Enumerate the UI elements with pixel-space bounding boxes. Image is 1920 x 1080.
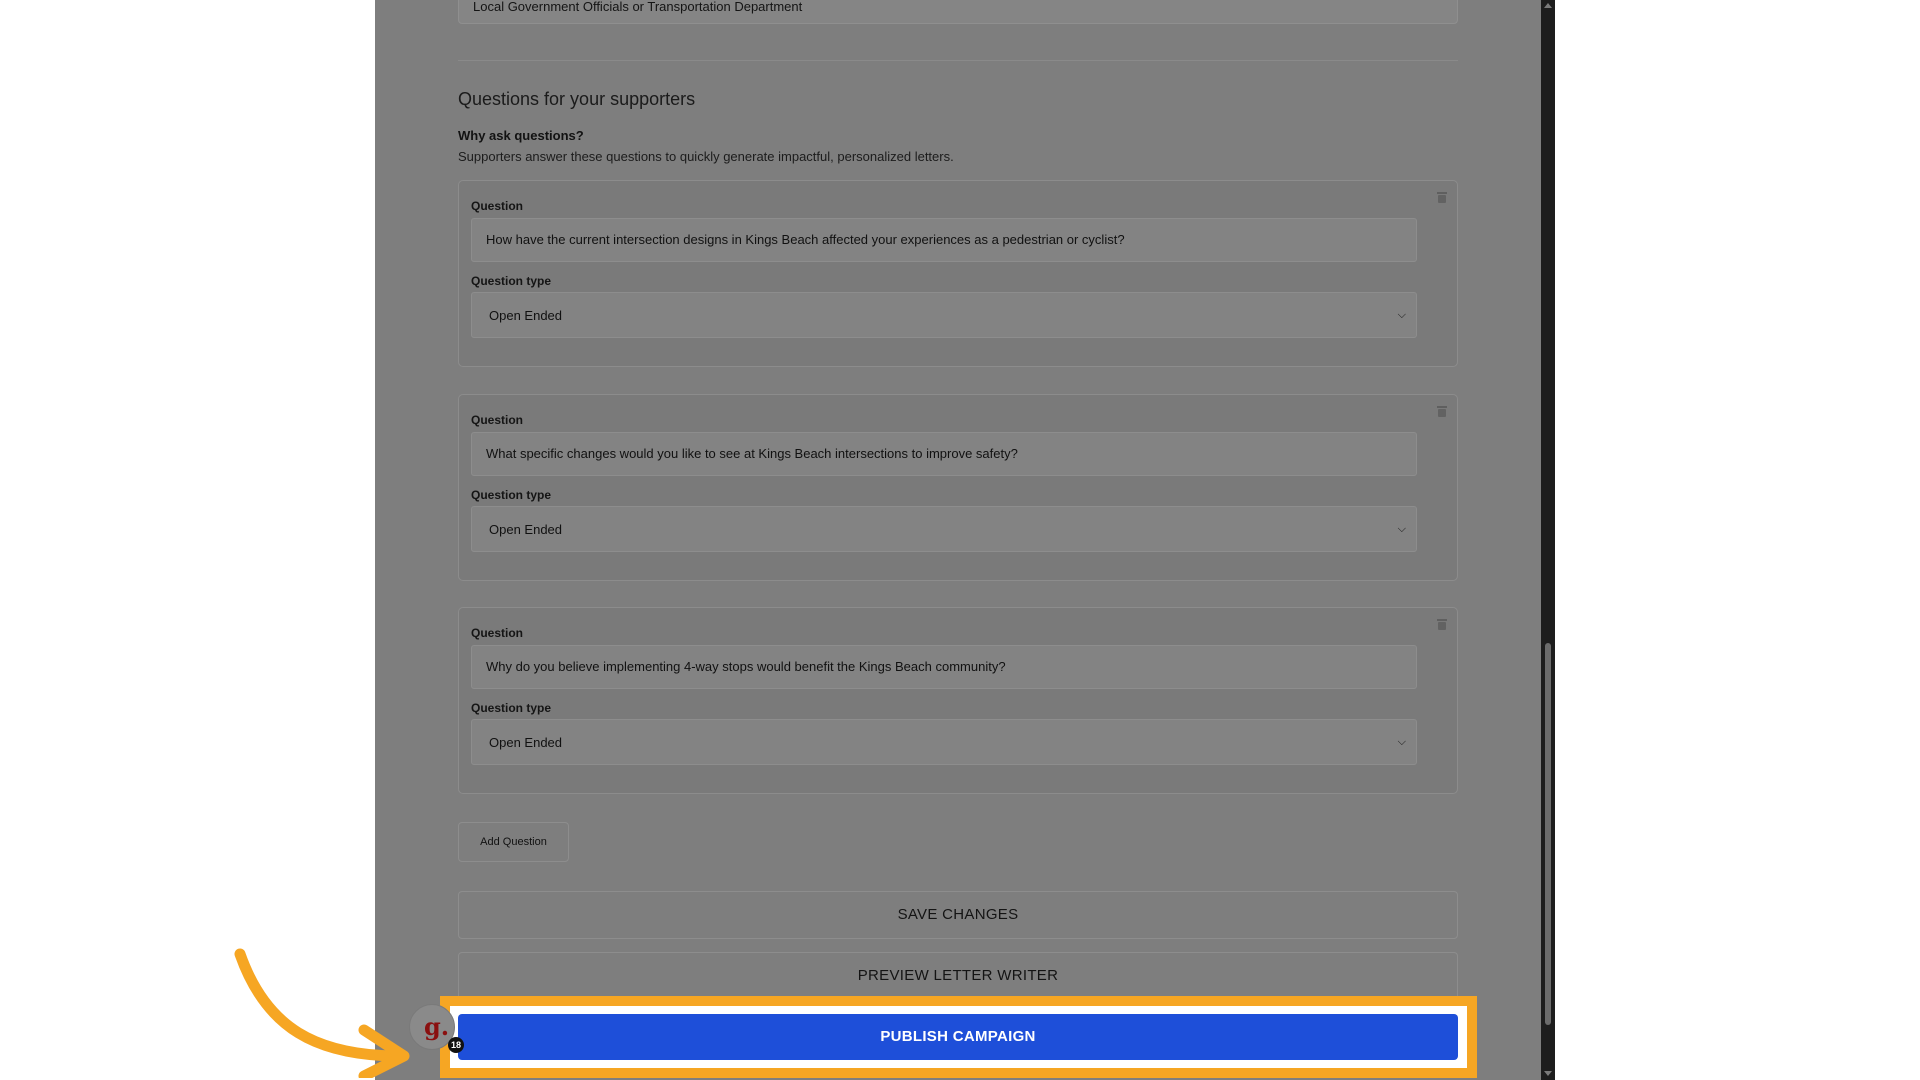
scroll-down-icon[interactable] [1544,1071,1552,1076]
question-type-label: Question type [471,274,552,288]
question-label: Question [471,626,524,640]
chevron-down-icon: ⌵ [1397,736,1406,748]
question-card-3: Question Why do you believe implementing… [458,607,1458,794]
why-questions-heading: Why ask questions? [458,128,584,143]
curved-arrow-icon [234,948,410,1078]
page-scrollbar[interactable] [1541,0,1555,1080]
question-type-select[interactable]: Open Ended ⌵ [471,506,1417,552]
section-divider [458,60,1458,61]
question-type-value: Open Ended [489,522,563,537]
add-question-button[interactable]: Add Question [458,822,569,862]
question-label: Question [471,413,524,427]
why-questions-description: Supporters answer these questions to qui… [458,149,954,164]
question-type-label: Question type [471,488,552,502]
trash-icon[interactable] [1437,192,1447,203]
chevron-down-icon: ⌵ [1397,309,1406,321]
chevron-down-icon: ⌵ [1397,523,1406,535]
notification-badge: 18 [448,1037,464,1053]
trash-icon[interactable] [1437,619,1447,630]
preview-letter-writer-button[interactable]: PREVIEW LETTER WRITER [458,952,1458,1000]
scroll-up-icon[interactable] [1544,3,1552,8]
screen: Local Government Officials or Transporta… [0,0,1920,1080]
section-title: Questions for your supporters [458,89,696,109]
question-type-value: Open Ended [489,735,563,750]
question-card-1: Question How have the current intersecti… [458,180,1458,367]
target-audience-input[interactable]: Local Government Officials or Transporta… [458,0,1458,24]
question-label: Question [471,199,524,213]
save-changes-button[interactable]: SAVE CHANGES [458,891,1458,939]
question-type-select[interactable]: Open Ended ⌵ [471,292,1417,338]
question-input[interactable]: How have the current intersection design… [471,218,1417,262]
scrollbar-thumb[interactable] [1545,643,1551,1025]
question-card-2: Question What specific changes would you… [458,394,1458,581]
question-input[interactable]: What specific changes would you like to … [471,432,1417,476]
publish-campaign-button[interactable]: PUBLISH CAMPAIGN [458,1014,1458,1060]
page-content: Local Government Officials or Transporta… [375,0,1541,1080]
question-type-select[interactable]: Open Ended ⌵ [471,719,1417,765]
avatar-logo: g. [424,1012,450,1041]
question-type-value: Open Ended [489,308,563,323]
trash-icon[interactable] [1437,406,1447,417]
question-input[interactable]: Why do you believe implementing 4-way st… [471,645,1417,689]
question-type-label: Question type [471,701,552,715]
